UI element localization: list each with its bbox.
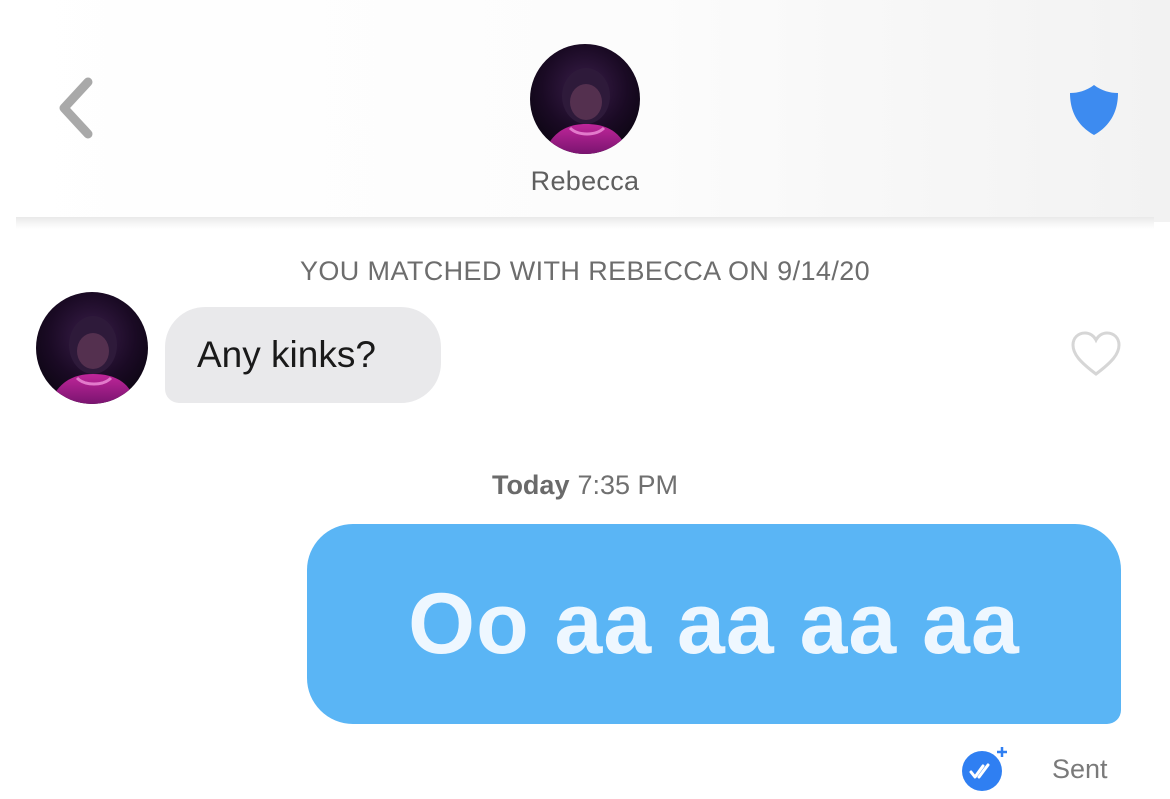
shield-icon: [1070, 85, 1118, 135]
header-divider: [16, 217, 1154, 229]
back-button[interactable]: [48, 72, 104, 144]
heart-outline-icon: [1071, 331, 1121, 376]
read-receipt-button[interactable]: [960, 745, 1008, 793]
match-notice: YOU MATCHED WITH REBECCA ON 9/14/20: [299, 256, 871, 286]
outgoing-message-bubble[interactable]: Oo aa aa aa aa: [307, 524, 1121, 724]
sent-status-label: Sent: [1052, 754, 1108, 784]
message-timestamp: Today 7:35 PM: [0, 470, 1170, 501]
contact-name: Rebecca: [530, 166, 640, 196]
safety-button[interactable]: [1066, 82, 1122, 138]
sender-avatar[interactable]: [36, 292, 148, 404]
incoming-message-bubble[interactable]: Any kinks?: [165, 307, 441, 403]
chat-screen: Rebecca YOU MATCHED WITH REBECCA ON 9/14…: [0, 0, 1170, 799]
chevron-left-icon: [59, 77, 93, 139]
timestamp-time: 7:35 PM: [577, 470, 679, 500]
contact-avatar[interactable]: [530, 44, 640, 154]
like-message-button[interactable]: [1070, 330, 1122, 378]
chat-header: Rebecca: [0, 0, 1170, 222]
timestamp-day: Today: [491, 470, 570, 500]
read-receipt-icon: [962, 747, 1007, 791]
